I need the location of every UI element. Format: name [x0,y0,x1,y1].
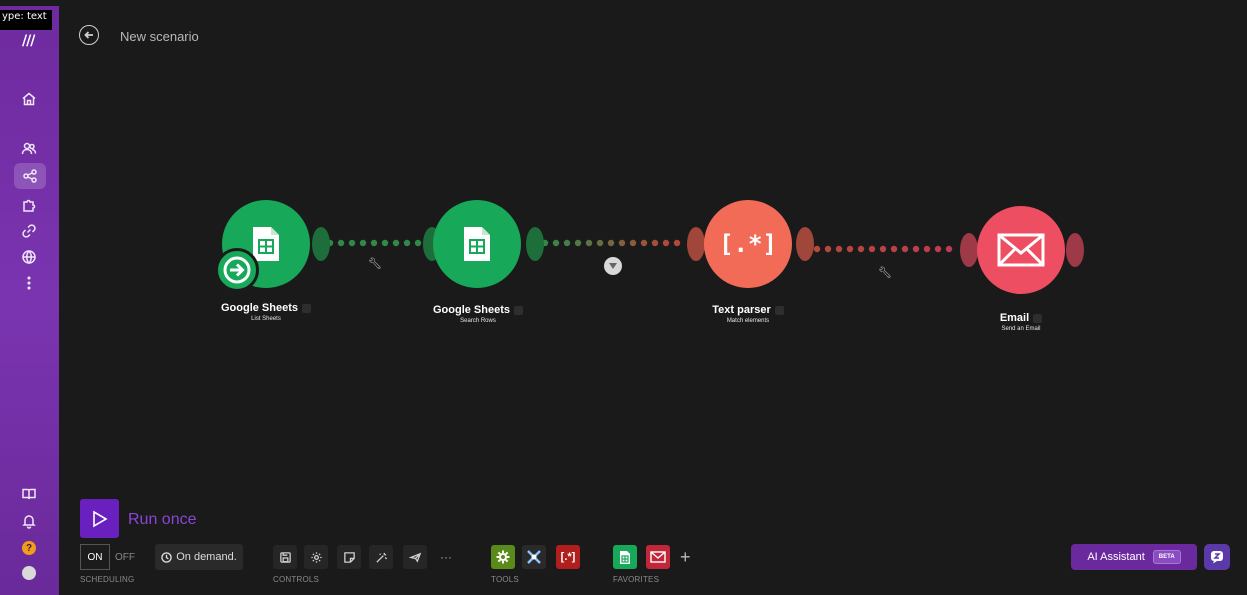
save-icon [279,551,291,563]
chat-icon [1211,551,1223,564]
node-2-action: Search Rows [460,318,496,324]
save-button[interactable] [273,545,297,569]
scheduling-on[interactable]: ON [80,544,110,570]
route-link-1[interactable] [326,239,422,247]
type-tooltip: ype: text [0,10,52,30]
node-3-label: Text parser Match elements [668,304,828,324]
notes-button[interactable] [337,545,361,569]
wrench-icon[interactable]: 🔧︎ [878,266,892,279]
bell-icon[interactable] [18,510,40,532]
run-once-label[interactable]: Run once [128,511,197,529]
auto-align-button[interactable] [369,545,393,569]
avatar-circle [22,566,36,580]
node-3-output-connector[interactable] [796,227,814,261]
node-google-sheets-search[interactable] [433,200,521,288]
explain-flow-button[interactable] [403,545,427,569]
team-icon[interactable] [18,138,40,160]
node-email[interactable] [977,206,1065,294]
help-icon[interactable]: ? [18,537,40,559]
scheduling-off[interactable]: OFF [110,544,140,570]
beta-badge: BETA [1152,550,1181,564]
node-4-action: Send an Email [1001,326,1041,332]
node-3-app: Text parser [712,304,771,316]
schedule-setting-button[interactable]: On demand. [155,544,243,570]
magic-wand-icon [375,552,387,563]
node-4-label: Email Send an Email [941,312,1101,332]
node-1-action: List Sheets [251,316,281,322]
more-vertical-icon[interactable] [18,272,40,294]
controls-section-label: CONTROLS [273,575,320,584]
node-3-checkbox[interactable] [774,305,784,315]
node-2-output-connector[interactable] [526,227,544,261]
ai-assistant-button[interactable]: AI Assistant BETA [1071,544,1197,570]
ai-assistant-label: AI Assistant [1087,551,1145,563]
link-icon[interactable] [18,220,40,242]
schedule-label: On demand. [176,551,237,563]
tools-flow-control-button[interactable] [491,545,515,569]
node-2-label: Google Sheets Search Rows [398,304,558,324]
home-icon[interactable] [18,88,40,110]
node-text-parser[interactable]: [.*] [704,200,792,288]
note-icon [343,551,355,563]
route-link-3[interactable] [813,245,953,253]
tools-router-button[interactable] [522,545,546,569]
node-1-checkbox[interactable] [302,303,312,313]
play-icon [92,510,108,527]
envelope-icon [650,551,666,563]
favorite-email-button[interactable] [646,545,670,569]
node-3-input-connector[interactable] [687,227,705,261]
trigger-arrow-icon [223,256,251,284]
clock-icon [161,551,172,563]
favorites-section-label: FAVORITES [613,575,660,584]
scheduling-section-label: SCHEDULING [80,575,135,584]
trigger-badge[interactable] [215,248,259,292]
node-2-checkbox[interactable] [514,305,524,315]
tools-section-label: TOOLS [491,575,519,584]
tools-cross-icon [527,550,541,564]
scheduling-toggle[interactable]: ON OFF [80,544,144,570]
book-icon[interactable] [18,483,40,505]
sidebar: /// ? [0,6,59,595]
node-4-app: Email [999,312,1030,324]
puzzle-icon[interactable] [18,194,40,216]
run-once-button[interactable] [80,499,119,538]
help-badge: ? [22,541,36,555]
globe-icon[interactable] [18,246,40,268]
scenarios-share-icon[interactable] [14,163,46,189]
make-logo[interactable]: /// [22,33,35,49]
more-controls-button[interactable]: ··· [434,545,458,569]
node-4-input-connector[interactable] [960,233,978,267]
scenario-canvas[interactable]: Google Sheets List Sheets Google Sheets … [59,6,1247,496]
text-parser-icon: [.*] [719,230,777,258]
node-4-checkbox[interactable] [1033,313,1043,323]
google-sheets-icon [620,550,630,564]
wrench-icon[interactable]: 🔧︎ [368,257,382,270]
chat-support-button[interactable] [1204,544,1230,570]
settings-button[interactable] [304,545,328,569]
google-sheets-icon [464,227,490,261]
add-favorite-button[interactable]: + [680,547,691,568]
node-1-output-connector[interactable] [312,227,330,261]
node-1-label: Google Sheets List Sheets [186,302,346,322]
tools-text-parser-button[interactable]: [.*] [556,545,580,569]
favorite-google-sheets-button[interactable] [613,545,637,569]
node-3-action: Match elements [726,318,770,324]
app-root: /// ? ype: text New scenario Google Shee… [0,0,1247,595]
gear-icon [310,551,322,563]
route-link-2[interactable] [541,239,681,247]
avatar[interactable] [18,562,40,584]
envelope-icon [997,233,1045,267]
node-1-app: Google Sheets [220,302,299,314]
plane-icon [408,552,421,563]
node-4-output-connector[interactable] [1066,233,1084,267]
node-2-app: Google Sheets [432,304,511,316]
gear-icon [496,550,510,564]
filter-icon[interactable] [604,257,622,275]
